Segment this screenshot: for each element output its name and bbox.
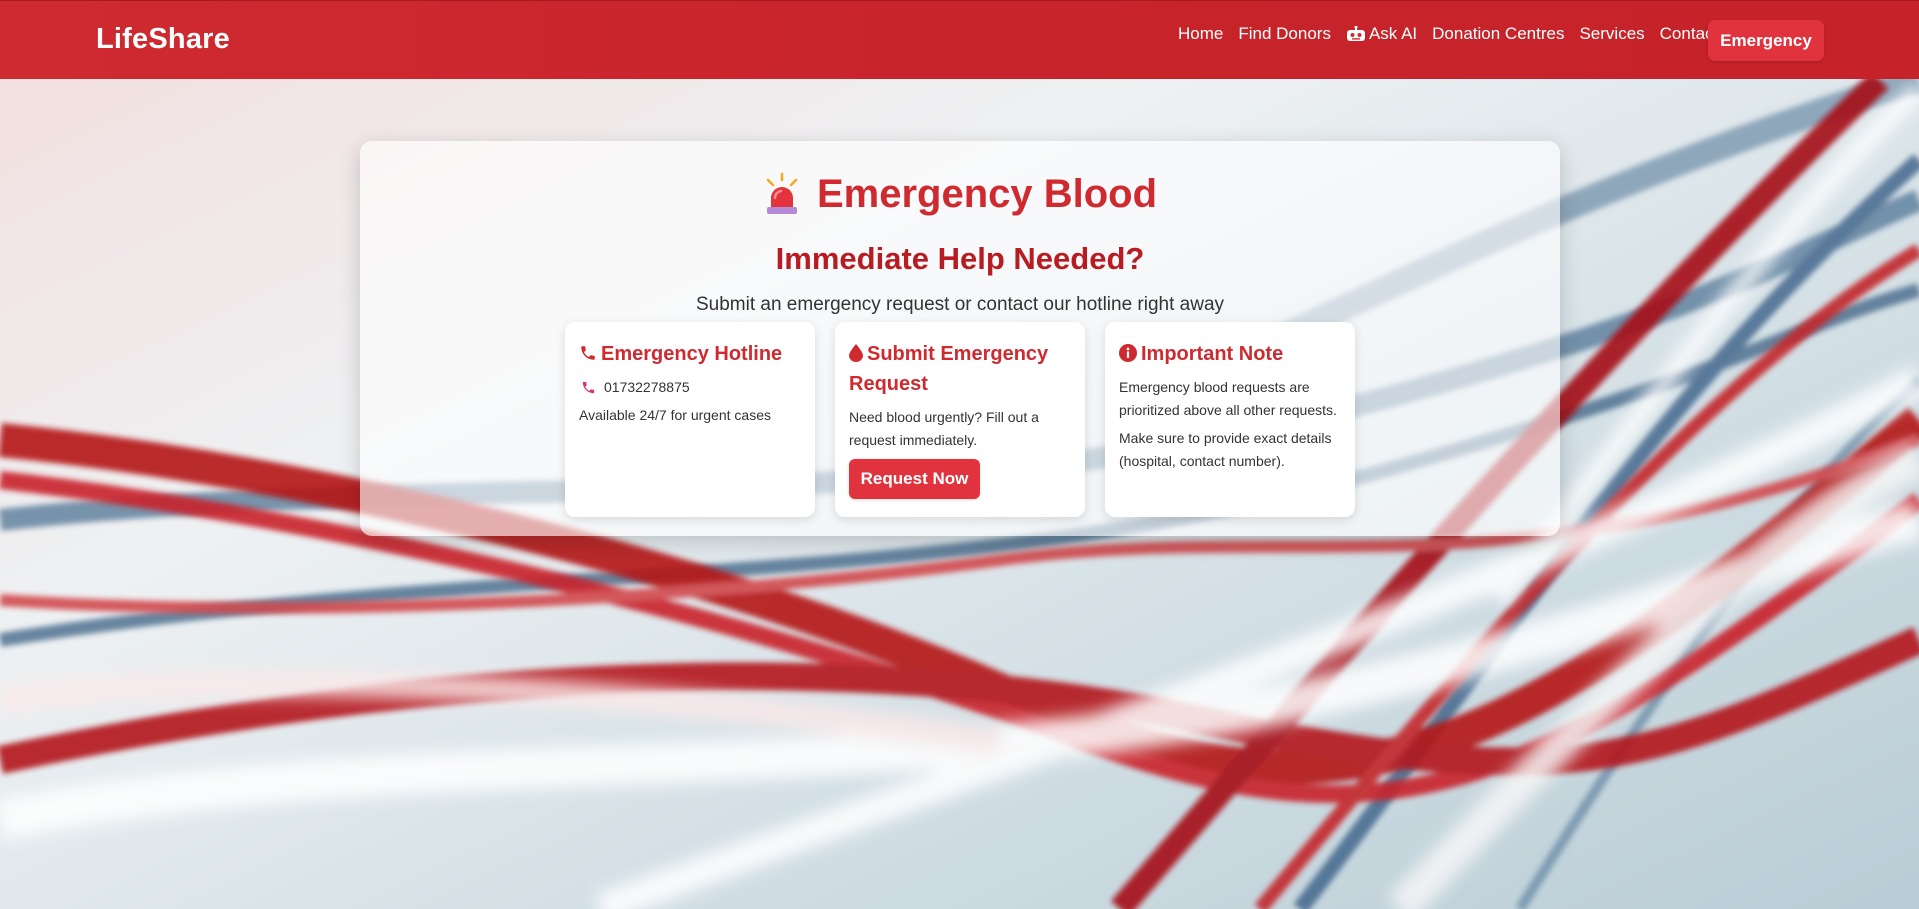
nav-links: Home Find Donors Ask AI Donation Centres… [1178, 22, 1733, 46]
nav-link-label: Services [1579, 24, 1645, 43]
nav-link-home[interactable]: Home [1178, 24, 1223, 44]
hotline-card-title-label: Emergency Hotline [601, 343, 783, 365]
siren-icon [766, 172, 798, 214]
nav-link-ask-ai[interactable]: Ask AI [1346, 24, 1417, 44]
emergency-button[interactable]: Emergency [1708, 20, 1824, 61]
hotline-card: Emergency Hotline 01732278875 Available … [565, 322, 815, 517]
emergency-panel: Emergency Blood Immediate Help Needed? S… [360, 141, 1560, 536]
note-card: Important Note Emergency blood requests … [1105, 322, 1355, 517]
hotline-number[interactable]: 01732278875 [604, 376, 690, 399]
telephone-icon [582, 381, 595, 394]
nav-link-donation-centres[interactable]: Donation Centres [1432, 24, 1564, 44]
hotline-card-title: Emergency Hotline [579, 339, 801, 369]
nav-link-label: Donation Centres [1432, 24, 1565, 43]
nav-link-find-donors[interactable]: Find Donors [1238, 24, 1331, 44]
request-card-text: Need blood urgently? Fill out a request … [849, 409, 1039, 448]
note-text-details: Make sure to provide exact details (hosp… [1119, 430, 1332, 469]
navbar: LifeShare Home Find Donors Ask AI Donati… [0, 0, 1919, 79]
note-card-title-label: Important Note [1141, 343, 1284, 365]
hero-title: Emergency Blood [360, 168, 1560, 220]
brand-logo[interactable]: LifeShare [96, 23, 230, 56]
hero-lead-text: Submit an emergency request or contact o… [695, 294, 1225, 315]
nav-link-services[interactable]: Services [1579, 24, 1644, 44]
request-card-title-label: Submit Emergency Request [849, 343, 1049, 395]
hotline-number-row[interactable]: 01732278875 [579, 376, 801, 399]
nav-link-label: Home [1178, 24, 1224, 43]
nav-link-label: Find Donors [1238, 24, 1331, 43]
request-now-button[interactable]: Request Now [849, 459, 980, 499]
nav-link-label: Ask AI [1368, 24, 1418, 43]
robot-icon [1346, 26, 1365, 41]
hotline-availability: Available 24/7 for urgent cases [579, 407, 771, 423]
hero-subtitle: Immediate Help Needed? [775, 241, 1145, 276]
phone-icon [581, 346, 595, 360]
request-card: Submit Emergency Request Need blood urge… [835, 322, 1085, 517]
request-card-title: Submit Emergency Request [849, 339, 1071, 399]
page-title: Emergency Blood [816, 171, 1158, 216]
note-card-title: Important Note [1119, 339, 1341, 369]
note-text-priority: Emergency blood requests are prioritized… [1119, 379, 1337, 418]
info-icon [1119, 344, 1137, 362]
blood-drop-icon [849, 344, 863, 362]
